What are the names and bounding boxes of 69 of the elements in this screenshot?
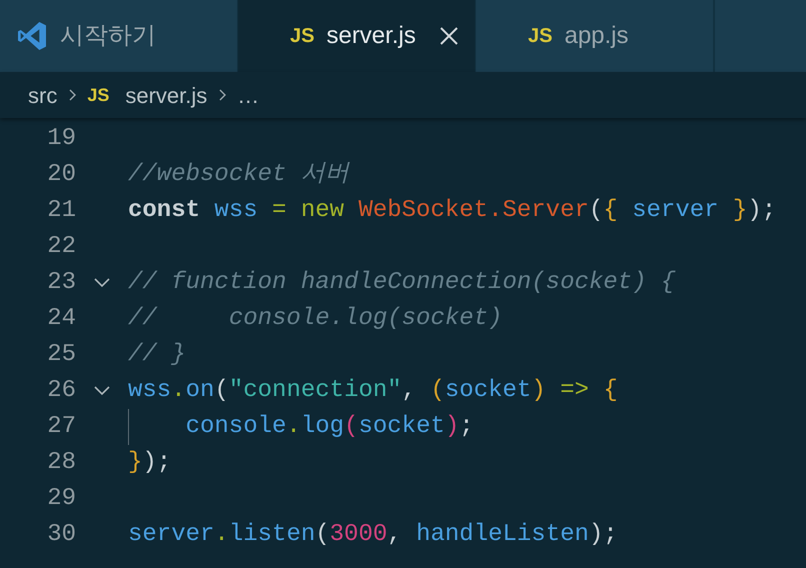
code-token: ) — [444, 412, 460, 442]
breadcrumb-item[interactable]: server.js — [125, 78, 208, 112]
line-number: 26 — [46, 376, 76, 406]
code-token: , — [402, 376, 418, 406]
code-token: // } — [128, 340, 186, 370]
line-number: 29 — [46, 484, 76, 514]
code-token: on — [186, 376, 214, 406]
code-token: log — [300, 412, 344, 442]
tab-label: server.js — [326, 21, 416, 51]
code-token: "connection" — [228, 376, 402, 406]
code-token: socket — [358, 412, 445, 442]
code-token: ( — [588, 196, 604, 226]
tab-label: app.js — [564, 21, 629, 51]
code-token: } — [128, 448, 142, 478]
code-token: { — [603, 196, 618, 226]
code-token: socket — [444, 376, 532, 406]
js-file-icon: JS — [528, 21, 552, 51]
fold-chevron-icon[interactable] — [93, 385, 111, 397]
code-token: WebSocket.Server — [357, 196, 589, 226]
line-number: 22 — [46, 232, 76, 262]
code-token: ); — [747, 196, 776, 226]
code-token: //websocket 서버 — [128, 160, 349, 190]
line-number: 27 — [46, 412, 76, 442]
code-token: server — [631, 196, 719, 226]
fold-chevron-icon[interactable] — [93, 277, 111, 289]
code-token: ( — [214, 376, 229, 406]
code-token: = — [271, 196, 286, 226]
js-file-icon: JS — [290, 21, 314, 51]
code-token: ( — [344, 412, 358, 442]
code-token: 3000 — [330, 520, 388, 550]
breadcrumb-item[interactable]: src — [28, 78, 58, 112]
close-icon[interactable] — [439, 26, 459, 46]
vscode-logo-icon — [16, 20, 48, 52]
line-number: 19 — [46, 124, 76, 154]
line-number: 23 — [46, 268, 76, 298]
code-token: => — [559, 376, 589, 406]
line-number: 21 — [46, 196, 76, 226]
code-token: , — [387, 520, 403, 550]
breadcrumb-item[interactable]: … — [237, 78, 260, 112]
code-token: ) — [531, 376, 546, 406]
line-number: 20 — [46, 160, 76, 190]
code-token: { — [602, 376, 618, 406]
code-token: listen — [228, 520, 316, 550]
code-token: ); — [142, 448, 172, 478]
tab-label: 시작하기 — [60, 21, 156, 51]
code-token: wss — [213, 196, 258, 226]
editor-tab[interactable]: JS server.js — [238, 0, 476, 72]
code-token: . — [171, 376, 186, 406]
code-token: ); — [588, 520, 618, 550]
code-token: ; — [459, 412, 474, 442]
code-token: new — [300, 196, 344, 226]
code-token: ( — [430, 376, 445, 406]
code-token: // console.log(socket) — [128, 304, 502, 334]
line-number: 24 — [46, 304, 76, 334]
code-token: server — [128, 520, 214, 550]
line-number: 25 — [46, 340, 76, 370]
indent-guide — [128, 409, 129, 445]
code-token: console — [186, 412, 286, 442]
code-token: . — [286, 412, 301, 442]
code-token: handleListen — [416, 520, 589, 550]
code-token: // function handleConnection(socket) { — [128, 268, 676, 298]
code-token: . — [214, 520, 229, 550]
code-token: const — [128, 196, 200, 226]
js-file-icon: JS — [87, 82, 110, 108]
code-token: ( — [315, 520, 330, 550]
line-number: 30 — [46, 520, 76, 550]
code-token: } — [732, 196, 748, 226]
code-token: wss — [128, 376, 172, 406]
line-number: 28 — [46, 448, 76, 478]
